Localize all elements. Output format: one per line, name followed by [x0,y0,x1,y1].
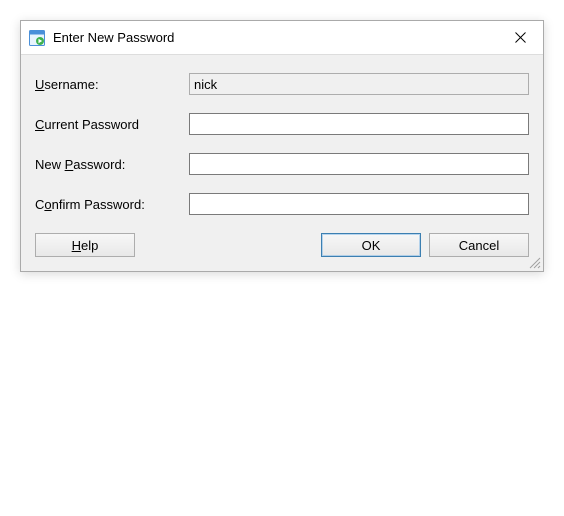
button-row: Help OK Cancel [35,233,529,257]
current-password-row: Current Password [35,113,529,135]
username-field[interactable] [189,73,529,95]
confirm-password-row: Confirm Password: [35,193,529,215]
ok-button[interactable]: OK [321,233,421,257]
new-password-field[interactable] [189,153,529,175]
confirm-password-label: Confirm Password: [35,197,189,212]
help-button[interactable]: Help [35,233,135,257]
dialog-body: Username: Current Password New Password:… [21,55,543,271]
close-icon [515,32,526,43]
cancel-button[interactable]: Cancel [429,233,529,257]
close-button[interactable] [497,21,543,54]
username-row: Username: [35,73,529,95]
window-title: Enter New Password [53,30,497,45]
current-password-label: Current Password [35,117,189,132]
confirm-password-field[interactable] [189,193,529,215]
current-password-field[interactable] [189,113,529,135]
titlebar: Enter New Password [21,21,543,55]
username-label: Username: [35,77,189,92]
resize-grip[interactable] [527,255,541,269]
new-password-row: New Password: [35,153,529,175]
enter-new-password-dialog: Enter New Password Username: Current Pas… [20,20,544,272]
app-icon [29,30,45,46]
new-password-label: New Password: [35,157,189,172]
